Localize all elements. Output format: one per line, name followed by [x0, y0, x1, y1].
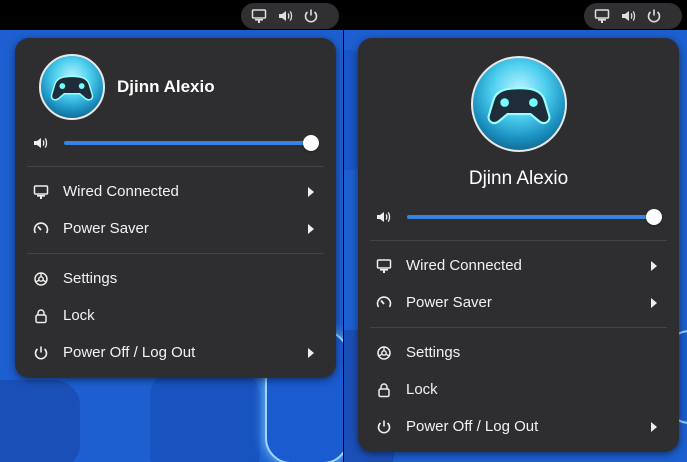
- wired-network-icon: [376, 258, 392, 274]
- wired-network-icon: [594, 8, 610, 24]
- speaker-icon: [620, 8, 636, 24]
- power-icon: [646, 8, 662, 24]
- submenu-arrow-icon: [308, 347, 314, 358]
- power-off-item[interactable]: Power Off / Log Out: [15, 334, 336, 371]
- power-mode-item[interactable]: Power Saver: [15, 210, 336, 247]
- lock-item[interactable]: Lock: [358, 371, 679, 408]
- user-avatar[interactable]: [39, 54, 105, 120]
- screen-compact: Djinn Alexio Wired Connected Power Saver: [0, 0, 343, 462]
- settings-icon: [376, 345, 392, 361]
- power-saver-gauge-icon: [376, 295, 392, 311]
- separator: [370, 327, 667, 328]
- submenu-arrow-icon: [651, 421, 657, 432]
- power-saver-gauge-icon: [33, 221, 49, 237]
- settings-item[interactable]: Settings: [358, 334, 679, 371]
- screen-expanded: Djinn Alexio Wired Connected Power Saver: [344, 0, 687, 462]
- power-mode-label: Power Saver: [406, 294, 492, 311]
- lock-item[interactable]: Lock: [15, 297, 336, 334]
- wired-connection-item[interactable]: Wired Connected: [15, 173, 336, 210]
- power-mode-item[interactable]: Power Saver: [358, 284, 679, 321]
- speaker-icon: [277, 8, 293, 24]
- power-off-item[interactable]: Power Off / Log Out: [358, 408, 679, 445]
- system-status-area[interactable]: [241, 3, 339, 29]
- power-icon: [303, 8, 319, 24]
- lock-label: Lock: [406, 381, 438, 398]
- settings-label: Settings: [406, 344, 461, 361]
- system-status-area[interactable]: [584, 3, 682, 29]
- separator: [370, 240, 667, 241]
- gamepad-icon: [50, 75, 94, 101]
- settings-icon: [33, 271, 49, 287]
- settings-item[interactable]: Settings: [15, 260, 336, 297]
- separator: [27, 166, 324, 167]
- gamepad-icon: [487, 87, 551, 125]
- wired-network-icon: [251, 8, 267, 24]
- volume-slider-track[interactable]: [407, 215, 659, 219]
- submenu-arrow-icon: [651, 297, 657, 308]
- lock-label: Lock: [63, 307, 95, 324]
- power-off-label: Power Off / Log Out: [63, 344, 196, 361]
- submenu-arrow-icon: [308, 223, 314, 234]
- wired-network-icon: [33, 184, 49, 200]
- wired-connection-label: Wired Connected: [406, 257, 522, 274]
- power-mode-label: Power Saver: [63, 220, 149, 237]
- submenu-arrow-icon: [651, 260, 657, 271]
- lock-icon: [33, 308, 49, 324]
- volume-slider-knob[interactable]: [303, 135, 319, 151]
- speaker-icon: [32, 135, 48, 151]
- volume-row: [15, 131, 336, 155]
- power-icon: [33, 345, 49, 361]
- volume-row: [358, 205, 679, 229]
- user-name: Djinn Alexio: [468, 168, 569, 189]
- user-avatar[interactable]: [471, 56, 567, 152]
- volume-slider-track[interactable]: [64, 141, 316, 145]
- quick-settings-menu: Djinn Alexio Wired Connected Power Saver: [358, 38, 679, 452]
- settings-label: Settings: [63, 270, 118, 287]
- separator: [27, 253, 324, 254]
- lock-icon: [376, 382, 392, 398]
- volume-slider-knob[interactable]: [646, 209, 662, 225]
- power-off-label: Power Off / Log Out: [406, 418, 539, 435]
- submenu-arrow-icon: [308, 186, 314, 197]
- wired-connection-label: Wired Connected: [63, 183, 179, 200]
- quick-settings-menu: Djinn Alexio Wired Connected Power Saver: [15, 38, 336, 378]
- user-name: Djinn Alexio: [117, 77, 215, 96]
- power-icon: [376, 419, 392, 435]
- wired-connection-item[interactable]: Wired Connected: [358, 247, 679, 284]
- speaker-icon: [375, 209, 391, 225]
